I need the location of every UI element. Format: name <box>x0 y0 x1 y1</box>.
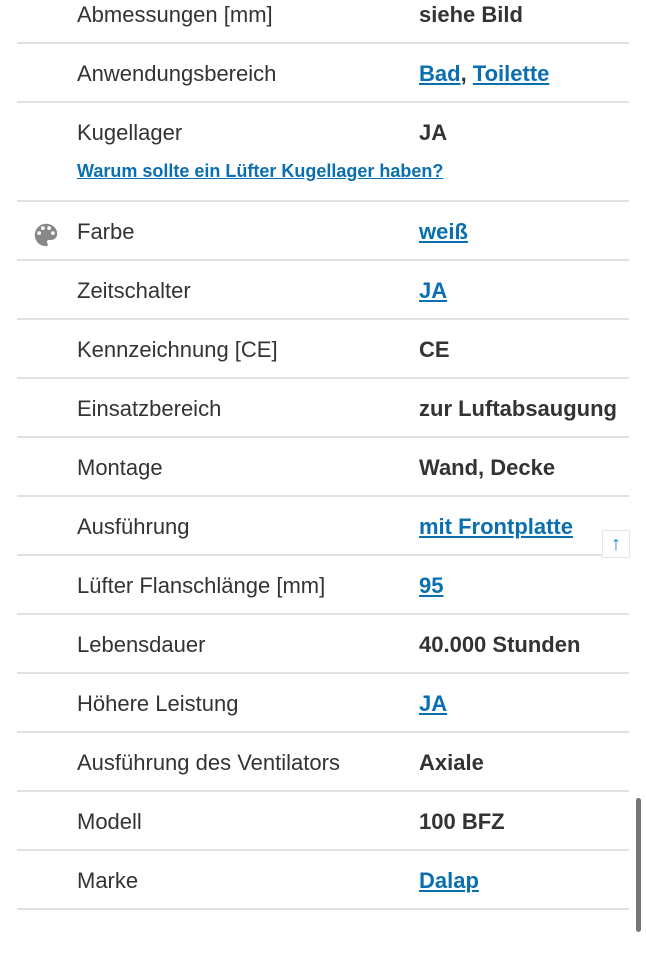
link-flanschlaenge[interactable]: 95 <box>419 573 443 598</box>
kugellager-info-link[interactable]: Warum sollte ein Lüfter Kugellager haben… <box>77 161 443 182</box>
attr-label: Höhere Leistung <box>77 691 239 716</box>
attr-value: Axiale <box>419 750 484 775</box>
attr-value: weiß <box>419 219 468 245</box>
attr-row-abmessungen: Abmessungen [mm] siehe Bild <box>17 0 629 44</box>
scroll-to-top-button[interactable]: ↑ <box>602 530 630 558</box>
attr-value: Bad, Toilette <box>419 61 549 87</box>
attr-value: JA <box>419 278 447 304</box>
attr-label: Abmessungen [mm] <box>77 2 273 27</box>
link-bad[interactable]: Bad <box>419 61 461 86</box>
attr-label: Ausführung <box>77 514 190 539</box>
attr-row-einsatzbereich: Einsatzbereich zur Luftabsaugung <box>17 379 629 438</box>
attr-row-kugellager: Kugellager JA Warum sollte ein Lüfter Ku… <box>17 103 629 202</box>
attr-label: Zeitschalter <box>77 278 191 303</box>
attr-value: JA <box>419 120 448 145</box>
palette-icon <box>34 223 58 247</box>
link-zeitschalter[interactable]: JA <box>419 278 447 303</box>
attr-row-lebensdauer: Lebensdauer 40.000 Stunden <box>17 615 629 674</box>
link-toilette[interactable]: Toilette <box>473 61 550 86</box>
attr-label: Ausführung des Ventilators <box>77 750 340 775</box>
attr-row-kennzeichnung: Kennzeichnung [CE] CE <box>17 320 629 379</box>
attr-value: Dalap <box>419 868 479 894</box>
attr-row-hoehere-leistung: Höhere Leistung JA <box>17 674 629 733</box>
attr-label: Lüfter Flanschlänge [mm] <box>77 573 326 598</box>
attr-label: Einsatzbereich <box>77 396 222 421</box>
attr-value: JA <box>419 691 447 717</box>
attr-row-zeitschalter: Zeitschalter JA <box>17 261 629 320</box>
attr-label: Marke <box>77 868 139 893</box>
attr-label: Kugellager <box>77 120 183 145</box>
link-hoehere-leistung[interactable]: JA <box>419 691 447 716</box>
scrollbar[interactable] <box>636 798 641 932</box>
attr-label: Lebensdauer <box>77 632 206 657</box>
arrow-up-icon: ↑ <box>611 533 621 555</box>
product-attributes-list: Abmessungen [mm] siehe Bild Anwendungsbe… <box>17 0 629 910</box>
link-farbe[interactable]: weiß <box>419 219 468 244</box>
attr-row-farbe: Farbe weiß <box>17 202 629 261</box>
attr-value: Wand, Decke <box>419 455 556 480</box>
attr-label: Anwendungsbereich <box>77 61 277 86</box>
attr-row-marke: Marke Dalap <box>17 851 629 910</box>
attr-value: CE <box>419 337 450 362</box>
attr-row-anwendungsbereich: Anwendungsbereich Bad, Toilette <box>17 44 629 103</box>
attr-label: Kennzeichnung [CE] <box>77 337 278 362</box>
attr-row-ausfuehrung: Ausführung mit Frontplatte <box>17 497 629 556</box>
attr-row-flanschlaenge: Lüfter Flanschlänge [mm] 95 <box>17 556 629 615</box>
attr-value: 100 BFZ <box>419 809 505 834</box>
attr-label: Montage <box>77 455 163 480</box>
attr-label: Farbe <box>77 219 135 244</box>
attr-row-modell: Modell 100 BFZ <box>17 792 629 851</box>
attr-row-montage: Montage Wand, Decke <box>17 438 629 497</box>
link-ausfuehrung[interactable]: mit Frontplatte <box>419 514 573 539</box>
attr-value: zur Luftabsaugung <box>419 396 617 421</box>
attr-value: mit Frontplatte <box>419 514 573 540</box>
attr-value: 95 <box>419 573 443 599</box>
attr-label: Modell <box>77 809 142 834</box>
attr-value: siehe Bild <box>419 2 523 27</box>
link-marke[interactable]: Dalap <box>419 868 479 893</box>
attr-row-ventilator: Ausführung des Ventilators Axiale <box>17 733 629 792</box>
separator: , <box>460 61 473 86</box>
attr-value: 40.000 Stunden <box>419 632 581 657</box>
